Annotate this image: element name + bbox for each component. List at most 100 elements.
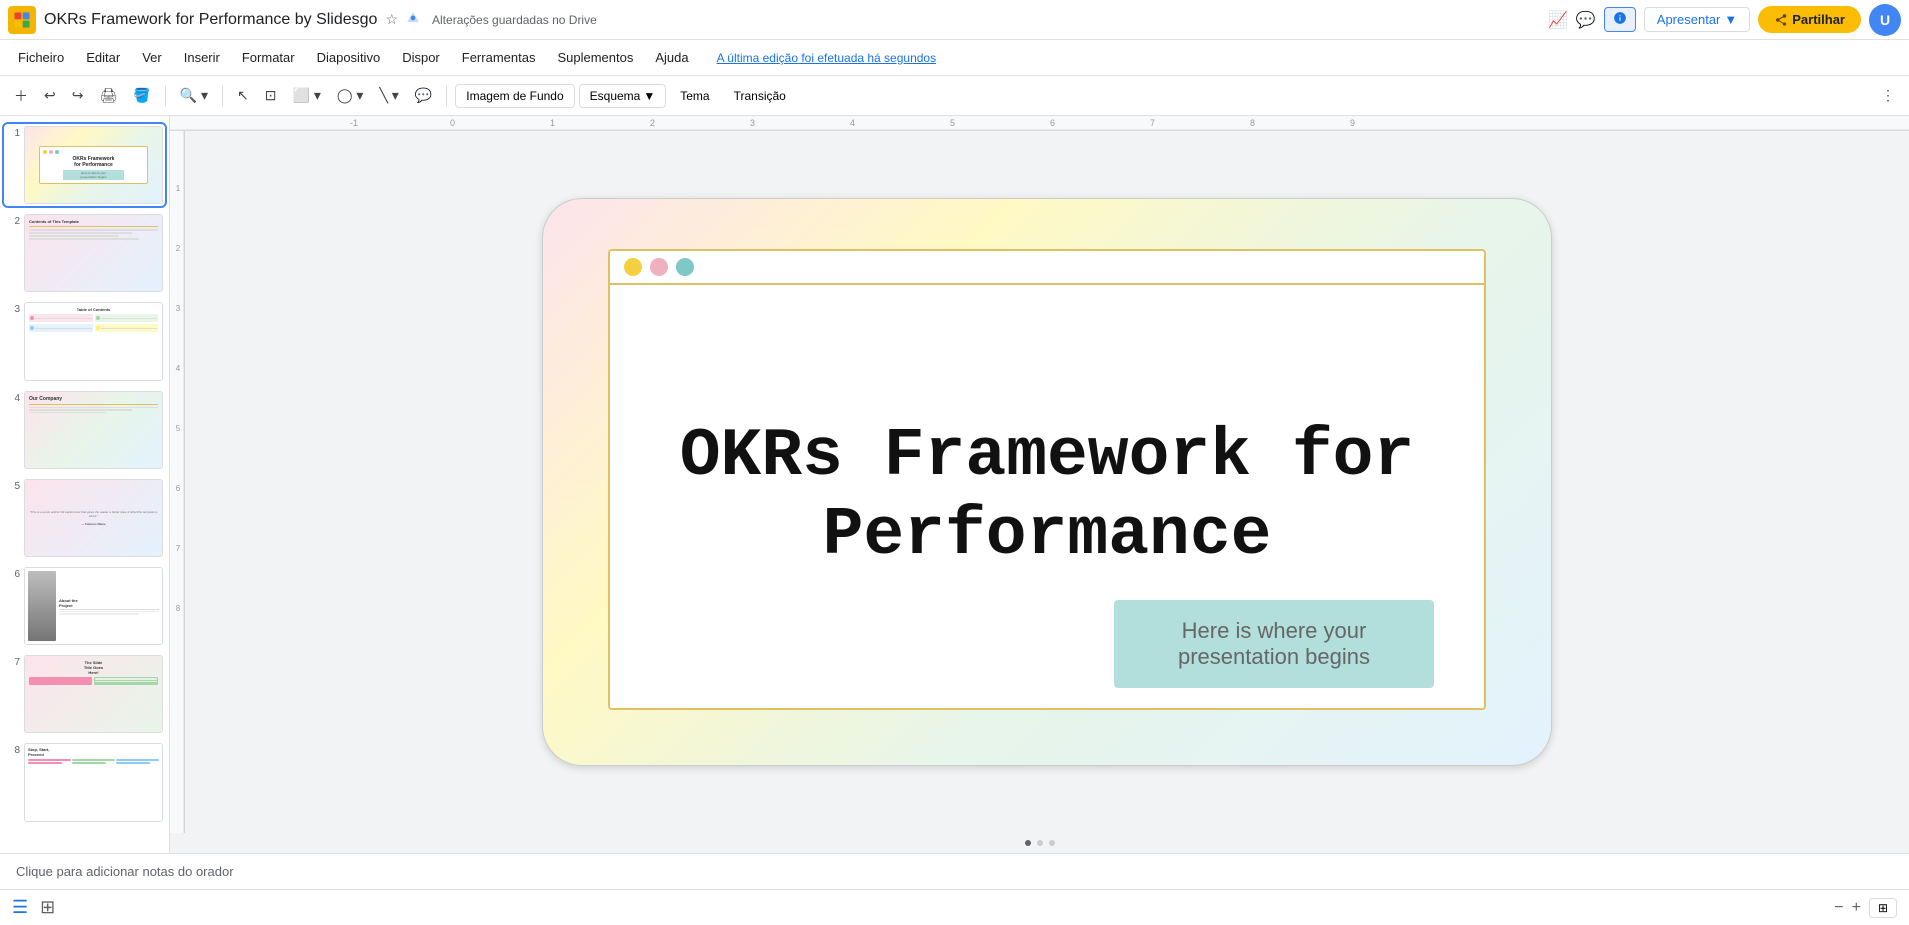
toolbar-print-button[interactable]: 🖨 — [93, 83, 123, 108]
slide-num-1: 1 — [6, 128, 20, 139]
ruler-horizontal: -1 0 1 2 3 4 5 6 7 8 9 — [170, 116, 1909, 131]
toolbar-more-button[interactable]: ⋮ — [1875, 83, 1901, 108]
present-label: Apresentar — [1657, 12, 1721, 27]
toolbar-add-button[interactable]: ＋ — [8, 82, 34, 110]
toolbar-circle-button[interactable]: ◯ ▾ — [331, 83, 370, 108]
accessibility-button[interactable] — [1604, 7, 1636, 32]
zoom-out-button[interactable]: − — [1834, 899, 1843, 917]
menu-diapositivo[interactable]: Diapositivo — [307, 46, 391, 69]
share-label: Partilhar — [1792, 12, 1845, 27]
toolbar-right: ⋮ — [1875, 83, 1901, 108]
slide-num-3: 3 — [6, 304, 20, 315]
last-edit-link[interactable]: A última edição foi efetuada há segundos — [717, 51, 937, 65]
svg-text:7: 7 — [176, 544, 181, 553]
share-button[interactable]: Partilhar — [1758, 6, 1861, 33]
view-grid-button[interactable]: ⊞ — [40, 897, 55, 918]
slide-preview-3: Table of Contents — [24, 302, 163, 380]
slide-num-5: 5 — [6, 481, 20, 492]
toolbar-shapes-button[interactable]: ⬜ ▾ — [287, 83, 327, 108]
slide-subtitle-box[interactable]: Here is where your presentation begins — [1114, 600, 1434, 688]
save-status: Alterações guardadas no Drive — [432, 13, 597, 27]
toolbar-zoom-display[interactable]: 🔍 ▾ — [174, 83, 214, 108]
svg-text:3: 3 — [176, 304, 181, 313]
window-circle-pink[interactable] — [650, 258, 668, 276]
svg-text:6: 6 — [1050, 118, 1055, 128]
toolbar-textbox-button[interactable]: ⊡ — [259, 83, 283, 108]
comment-icon[interactable]: 💬 — [1576, 10, 1596, 30]
notes-placeholder: Clique para adicionar notas do orador — [16, 864, 234, 879]
slide-preview-1: OKRs Frameworkfor Performance Here is wh… — [24, 126, 163, 204]
slide-canvas-container: OKRs Framework for Performance Here is w… — [185, 131, 1909, 833]
fit-button[interactable]: ⊞ — [1869, 898, 1897, 918]
slide-preview-7: The SlideTitle GoesHere! — [24, 655, 163, 733]
slide1-thumb-box: Here is where yourpresentation begins — [63, 170, 124, 180]
svg-text:0: 0 — [450, 118, 455, 128]
slide-preview-6: About theProject — [24, 567, 163, 645]
menu-editar[interactable]: Editar — [76, 46, 130, 69]
scheme-button[interactable]: Esquema ▼ — [579, 84, 667, 108]
svg-text:3: 3 — [750, 118, 755, 128]
bottom-bar: ☰ ⊞ − + ⊞ — [0, 889, 1909, 925]
theme-button[interactable]: Tema — [670, 85, 719, 107]
toolbar-redo-button[interactable]: ↪ — [66, 83, 90, 108]
nav-dot-3[interactable] — [1049, 840, 1055, 846]
window-circle-teal[interactable] — [676, 258, 694, 276]
toolbar-paint-button[interactable]: 🪣 — [127, 83, 156, 108]
menu-ficheiro[interactable]: Ficheiro — [8, 46, 74, 69]
doc-title: OKRs Framework for Performance by Slides… — [44, 11, 377, 29]
menu-suplementos[interactable]: Suplementos — [547, 46, 643, 69]
slide-preview-2: Contents of This Template — [24, 214, 163, 292]
slide-inner-frame: OKRs Framework for Performance Here is w… — [608, 249, 1486, 710]
slide-thumb-8[interactable]: 8 Stop, Start,Proceed — [4, 741, 165, 823]
menu-bar: Ficheiro Editar Ver Inserir Formatar Dia… — [0, 40, 1909, 76]
slide-thumb-1[interactable]: 1 OKRs Frameworkfor Performance Here is … — [4, 124, 165, 206]
slide-thumb-2[interactable]: 2 Contents of This Template — [4, 212, 165, 294]
slide-num-4: 4 — [6, 393, 20, 404]
slide-nav-dots — [1025, 833, 1055, 853]
menu-ver[interactable]: Ver — [132, 46, 172, 69]
trend-icon[interactable]: 📈 — [1548, 10, 1568, 30]
slide-subtitle-text: Here is where your presentation begins — [1154, 618, 1394, 670]
background-image-button[interactable]: Imagem de Fundo — [455, 84, 574, 108]
nav-dot-2[interactable] — [1037, 840, 1043, 846]
nav-dot-active[interactable] — [1025, 840, 1031, 846]
toolbar-separator-1 — [165, 86, 166, 106]
toolbar: ＋ ↩ ↪ 🖨 🪣 🔍 ▾ ↖ ⊡ ⬜ ▾ ◯ ▾ ╲ ▾ 💬 Imagem d… — [0, 76, 1909, 116]
present-dropdown-icon[interactable]: ▼ — [1724, 12, 1737, 27]
toolbar-comment-button[interactable]: 💬 — [409, 83, 438, 108]
view-list-button[interactable]: ☰ — [12, 897, 28, 918]
slide-num-8: 8 — [6, 745, 20, 756]
slide-thumb-3[interactable]: 3 Table of Contents — [4, 300, 165, 382]
slide-thumb-5[interactable]: 5 "This is a quote and/or full caption t… — [4, 477, 165, 559]
zoom-in-button[interactable]: + — [1852, 899, 1861, 917]
menu-ajuda[interactable]: Ajuda — [645, 46, 698, 69]
menu-ferramentas[interactable]: Ferramentas — [452, 46, 546, 69]
svg-text:8: 8 — [1250, 118, 1255, 128]
user-avatar[interactable]: U — [1869, 4, 1901, 36]
slide1-thumb-title: OKRs Frameworkfor Performance — [73, 156, 115, 168]
menu-inserir[interactable]: Inserir — [174, 46, 230, 69]
toolbar-cursor-button[interactable]: ↖ — [231, 83, 255, 108]
svg-text:6: 6 — [176, 484, 181, 493]
toolbar-undo-button[interactable]: ↩ — [38, 83, 62, 108]
slide-preview-4: Our Company — [24, 391, 163, 469]
slide-thumb-4[interactable]: 4 Our Company — [4, 389, 165, 471]
frame-titlebar — [610, 251, 1484, 285]
slide-thumb-6[interactable]: 6 About theProject — [4, 565, 165, 647]
window-circle-yellow[interactable] — [624, 258, 642, 276]
present-button[interactable]: Apresentar ▼ — [1644, 7, 1750, 32]
toolbar-line-button[interactable]: ╲ ▾ — [373, 83, 404, 108]
transition-button[interactable]: Transição — [724, 85, 796, 107]
slide-main[interactable]: OKRs Framework for Performance Here is w… — [542, 198, 1552, 766]
slide-thumb-7[interactable]: 7 The SlideTitle GoesHere! — [4, 653, 165, 735]
svg-text:2: 2 — [176, 244, 181, 253]
notes-bar[interactable]: Clique para adicionar notas do orador — [0, 853, 1909, 889]
frame-content: OKRs Framework for Performance Here is w… — [610, 285, 1484, 708]
star-icon[interactable]: ☆ — [385, 11, 398, 28]
svg-text:1: 1 — [176, 184, 181, 193]
menu-formatar[interactable]: Formatar — [232, 46, 305, 69]
scheme-dropdown-icon: ▼ — [643, 89, 655, 103]
slide-num-7: 7 — [6, 657, 20, 668]
menu-dispor[interactable]: Dispor — [392, 46, 450, 69]
slide-preview-5: "This is a quote and/or full caption tex… — [24, 479, 163, 557]
